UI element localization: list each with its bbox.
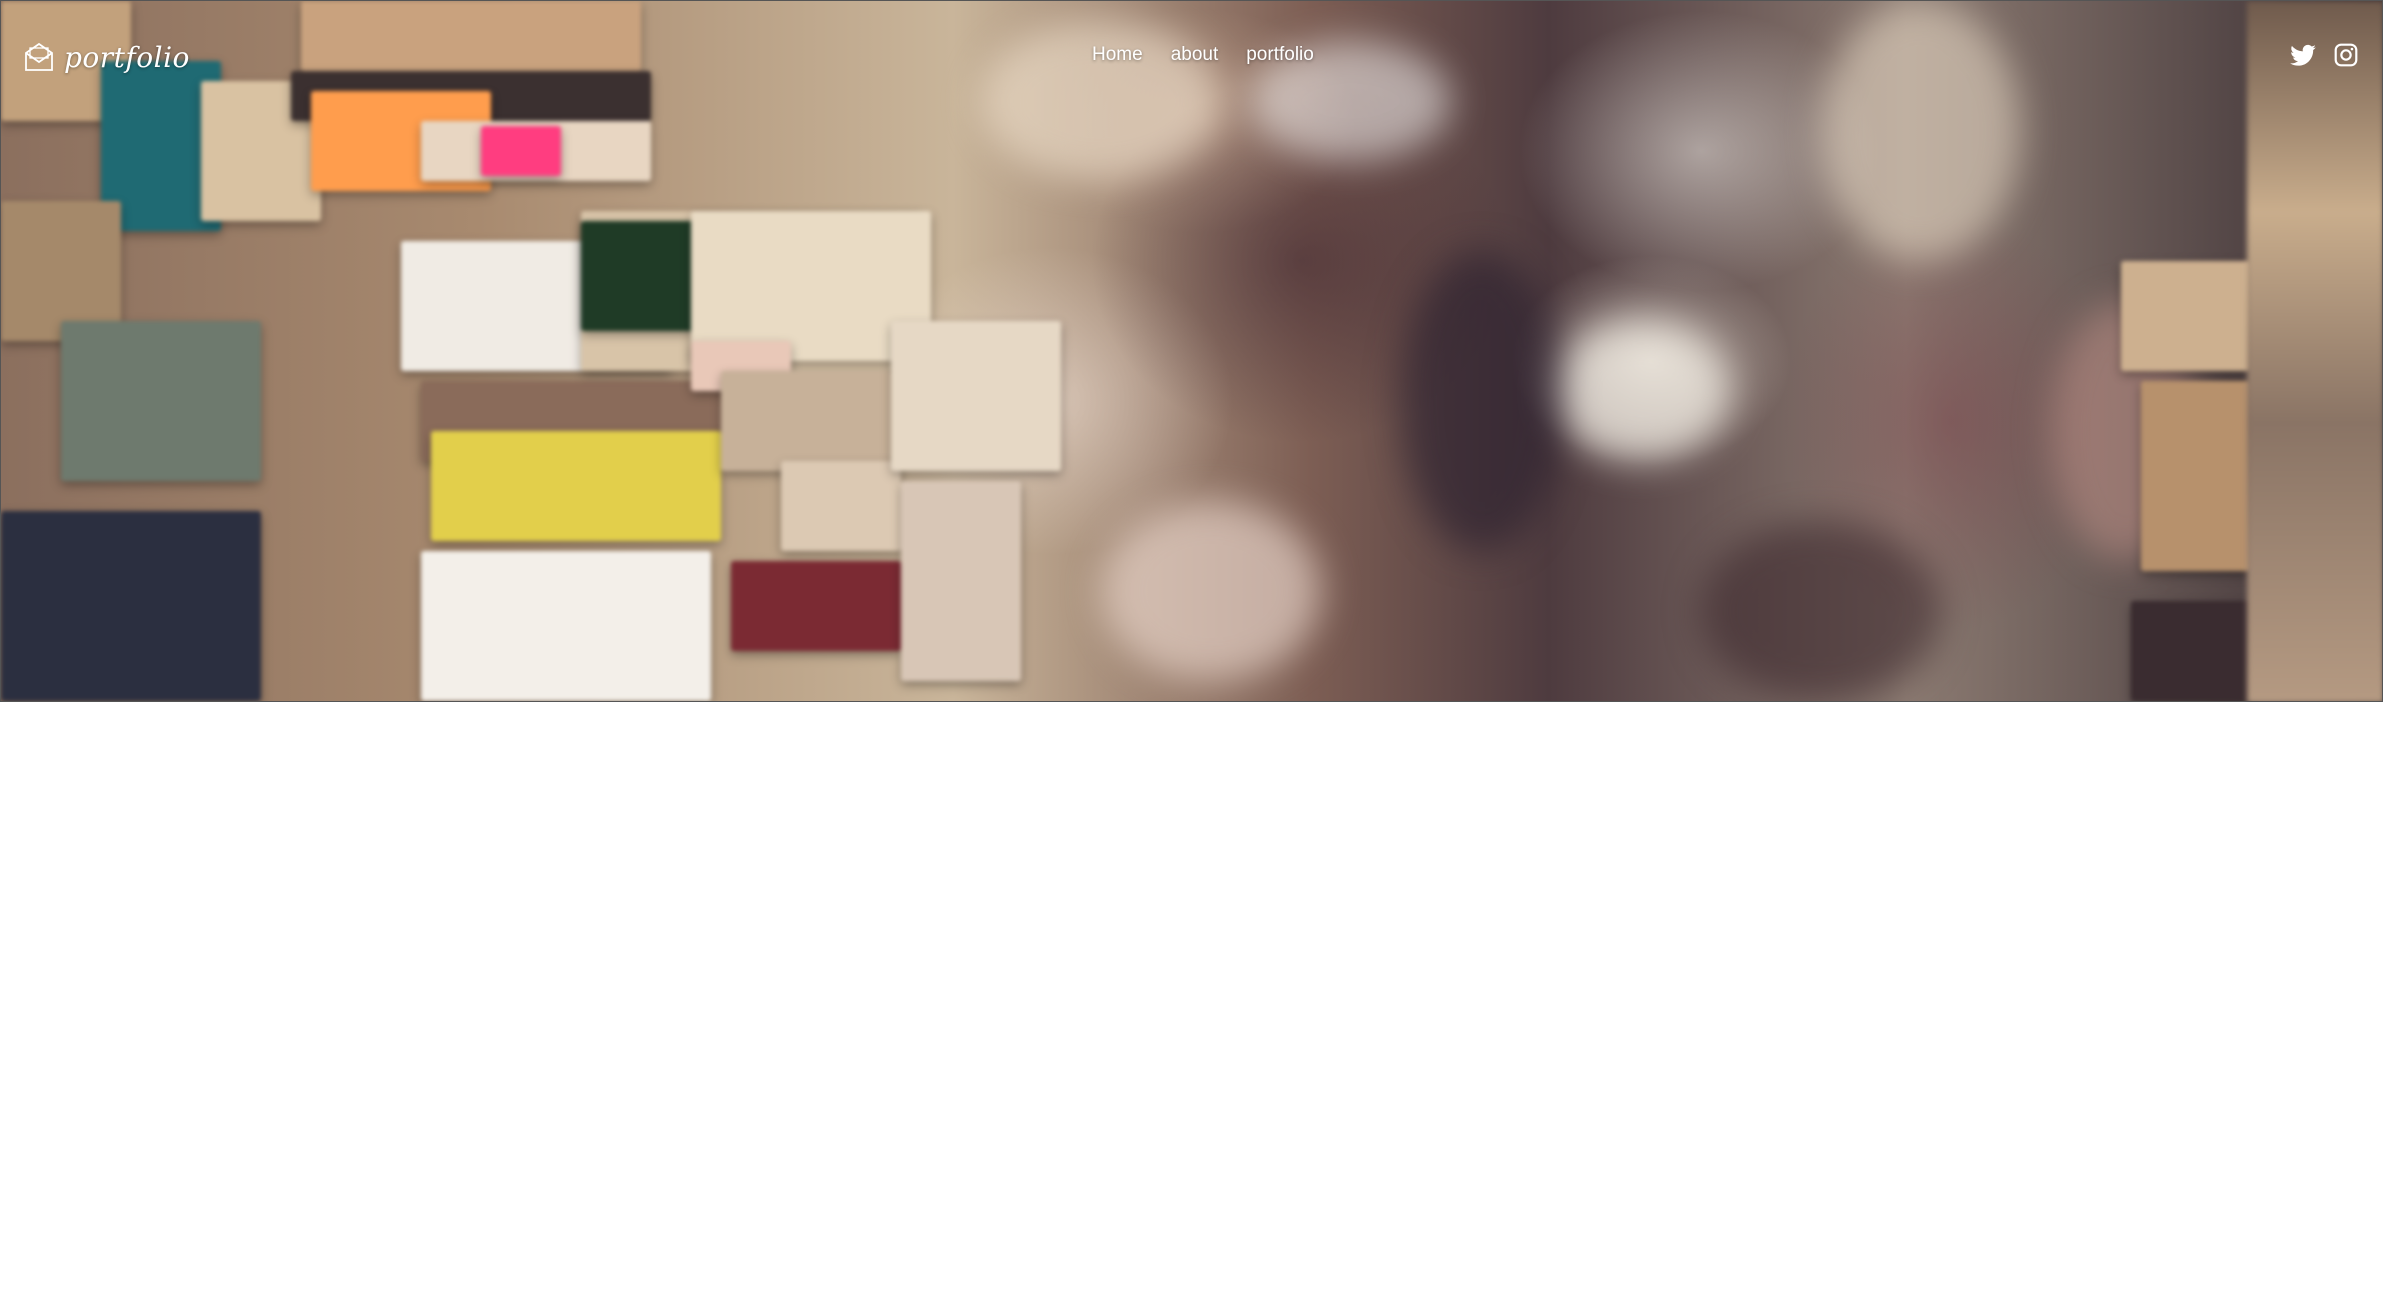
top-navigation: portfolio Home about portfolio xyxy=(0,0,2383,115)
twitter-icon[interactable] xyxy=(2289,42,2317,70)
social-links xyxy=(2289,42,2361,70)
nav-portfolio[interactable]: portfolio xyxy=(1246,44,1314,66)
instagram-icon[interactable] xyxy=(2333,42,2361,70)
nav-about[interactable]: about xyxy=(1171,44,1219,66)
nav-home[interactable]: Home xyxy=(1092,44,1143,66)
site-logo[interactable]: portfolio xyxy=(22,40,190,74)
main-menu: Home about portfolio xyxy=(1092,44,1314,66)
logo-text: portfolio xyxy=(64,40,190,74)
envelope-icon xyxy=(22,40,56,74)
